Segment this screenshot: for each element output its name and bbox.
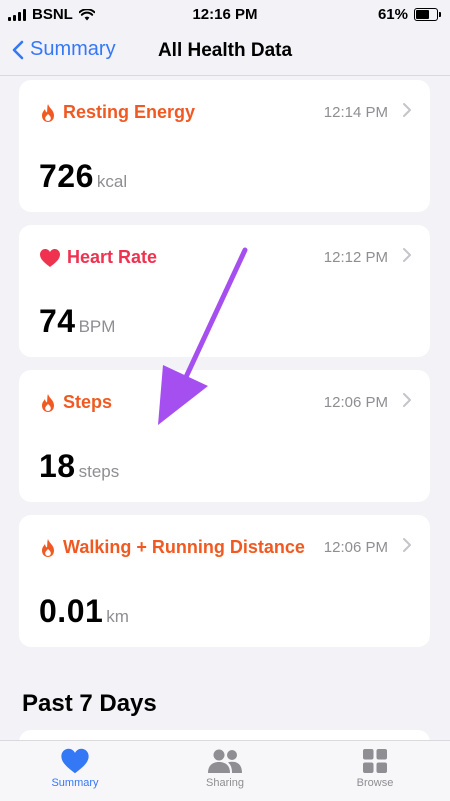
card-heart-rate[interactable]: Heart Rate 12:12 PM 74 BPM (19, 225, 430, 357)
card-value: 18 (39, 448, 76, 484)
card-unit: BPM (78, 317, 116, 336)
card-time: 12:14 PM (323, 104, 388, 121)
tab-label: Sharing (206, 777, 244, 789)
people-icon (208, 749, 242, 773)
card-unit: kcal (96, 172, 128, 191)
chevron-right-icon (403, 393, 411, 407)
card-unit: steps (78, 462, 120, 481)
card-title: Steps (63, 392, 113, 412)
tab-sharing[interactable]: Sharing (150, 747, 300, 789)
card-value: 726 (39, 158, 94, 194)
tab-label: Browse (356, 777, 394, 789)
chevron-right-icon (403, 248, 411, 262)
battery-percent: 61% (377, 6, 408, 23)
card-value: 74 (39, 303, 76, 339)
card-steps[interactable]: Steps 12:06 PM 18 steps (19, 370, 430, 502)
card-title: Walking + Running Distance (63, 537, 305, 557)
page-title: All Health Data (157, 40, 293, 61)
flame-icon (42, 538, 54, 557)
grid-icon (363, 749, 387, 773)
heart-icon (61, 748, 89, 774)
chevron-right-icon (403, 103, 411, 117)
flame-icon (42, 393, 54, 412)
tab-browse[interactable]: Browse (300, 747, 450, 789)
card-walking-running-distance[interactable]: Walking + Running Distance 12:06 PM 0.01… (19, 515, 430, 647)
card-title: Heart Rate (67, 247, 158, 267)
tab-bar: Summary Sharing Browse (0, 740, 450, 801)
card-time: 12:06 PM (323, 394, 388, 411)
heart-icon (40, 248, 60, 267)
nav-bar: Summary All Health Data (0, 28, 450, 76)
status-right: 61% (377, 6, 441, 23)
card-partial[interactable] (19, 730, 430, 740)
tab-label: Summary (51, 777, 99, 789)
card-time: 12:12 PM (323, 249, 388, 266)
battery-icon (414, 8, 441, 21)
card-time: 12:06 PM (323, 539, 388, 556)
tab-summary[interactable]: Summary (0, 747, 150, 789)
card-resting-energy[interactable]: Resting Energy 12:14 PM 726 kcal (19, 80, 430, 212)
status-bar: BSNL 12:16 PM 61% (0, 0, 450, 28)
content-scroll[interactable]: Resting Energy 12:14 PM 726 kcal Heart R… (0, 76, 450, 740)
section-heading: Past 7 Days (22, 690, 157, 717)
card-unit: km (106, 607, 129, 626)
chevron-right-icon (403, 538, 411, 552)
card-value: 0.01 (39, 593, 104, 629)
card-title: Resting Energy (63, 102, 196, 122)
flame-icon (42, 103, 54, 122)
